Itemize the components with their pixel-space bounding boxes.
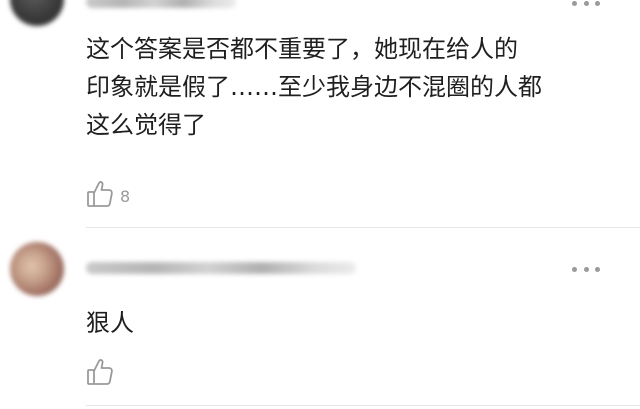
username[interactable]: [86, 262, 356, 274]
comment-item: 这个答案是否都不重要了，她现在给人的 印象就是假了……至少我身边不混圈的人都 这…: [0, 0, 640, 228]
avatar[interactable]: [10, 0, 64, 26]
avatar[interactable]: [10, 242, 64, 296]
comment-item: 狠人: [0, 228, 640, 409]
username[interactable]: [86, 0, 236, 8]
comment-list: 这个答案是否都不重要了，她现在给人的 印象就是假了……至少我身边不混圈的人都 这…: [0, 0, 640, 409]
more-button[interactable]: [572, 0, 600, 8]
thumbs-up-icon: [87, 181, 113, 207]
like-button[interactable]: [86, 355, 120, 389]
more-dots-icon: [572, 266, 577, 272]
comment-text: 狠人: [86, 309, 134, 337]
comment-text: 这个答案是否都不重要了，她现在给人的 印象就是假了……至少我身边不混圈的人都 这…: [86, 35, 542, 139]
more-dots-icon: [572, 0, 577, 6]
like-count: 8: [120, 186, 131, 206]
thumbs-up-icon: [87, 359, 113, 385]
divider: [86, 405, 640, 406]
more-button[interactable]: [572, 264, 600, 274]
like-button[interactable]: 8: [86, 177, 130, 211]
